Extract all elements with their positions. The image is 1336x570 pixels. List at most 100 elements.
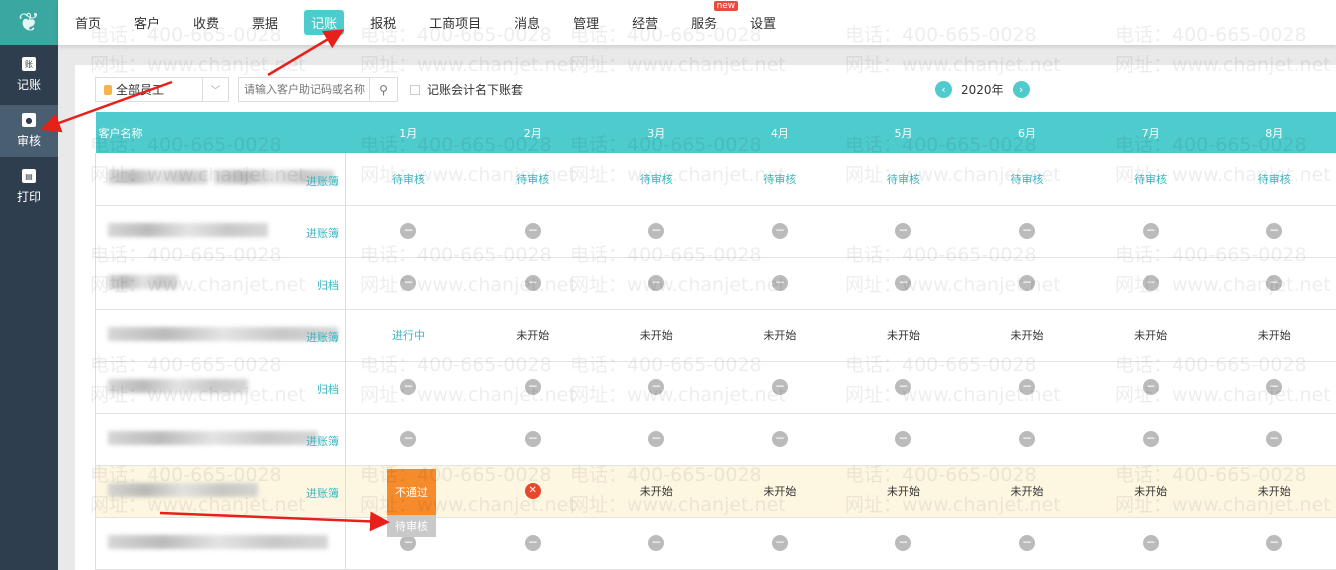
prev-year-button[interactable]: ‹: [935, 81, 952, 98]
nav-item[interactable]: 客户: [127, 10, 167, 35]
nav-item[interactable]: 设置: [743, 10, 783, 35]
ledger-action-link[interactable]: 进账簿: [306, 329, 339, 345]
status-text[interactable]: 未开始: [1258, 485, 1291, 498]
status-text[interactable]: 待审核: [516, 173, 549, 186]
month-status-cell[interactable]: −: [841, 517, 966, 570]
month-status-cell[interactable]: ✕: [470, 465, 595, 518]
month-status-cell[interactable]: −: [345, 361, 471, 414]
nav-item[interactable]: 报税: [363, 10, 403, 35]
month-status-cell[interactable]: −: [470, 205, 595, 258]
ledger-action-link[interactable]: 归档: [317, 277, 339, 293]
month-status-cell[interactable]: −: [1088, 205, 1213, 258]
month-status-cell[interactable]: 待审核: [1212, 153, 1336, 206]
month-status-cell[interactable]: −: [1088, 257, 1213, 310]
status-text[interactable]: 待审核: [1134, 173, 1167, 186]
status-text[interactable]: 未开始: [1258, 329, 1291, 342]
status-text[interactable]: 未开始: [640, 485, 673, 498]
month-status-cell[interactable]: −: [841, 361, 966, 414]
month-status-cell[interactable]: −: [718, 517, 842, 570]
employee-select[interactable]: 全部员工 ﹀: [95, 77, 229, 102]
month-status-cell[interactable]: −: [718, 361, 842, 414]
month-status-cell[interactable]: 未开始: [1212, 465, 1336, 518]
month-status-cell[interactable]: −: [718, 257, 842, 310]
month-status-cell[interactable]: 未开始: [1088, 309, 1213, 362]
month-status-cell[interactable]: −: [345, 257, 471, 310]
month-status-cell[interactable]: 未开始: [594, 309, 719, 362]
month-status-cell[interactable]: 待审核: [718, 153, 842, 206]
status-text[interactable]: 未开始: [763, 485, 796, 498]
month-status-cell[interactable]: 未开始: [1088, 465, 1213, 518]
month-status-cell[interactable]: −: [345, 413, 471, 466]
month-status-cell[interactable]: 待审核: [470, 153, 595, 206]
status-text[interactable]: 待审核: [1258, 173, 1291, 186]
status-text[interactable]: 进行中: [392, 329, 425, 342]
status-text[interactable]: 未开始: [1134, 485, 1167, 498]
month-status-cell[interactable]: 未开始: [1212, 309, 1336, 362]
ledger-action-link[interactable]: 归档: [317, 381, 339, 397]
sidebar-item-print[interactable]: ▤ 打印: [0, 161, 58, 213]
month-status-cell[interactable]: −: [718, 413, 842, 466]
nav-item-service[interactable]: 服务 new: [684, 1, 739, 35]
month-status-cell[interactable]: −: [594, 413, 719, 466]
status-text[interactable]: 待审核: [887, 173, 920, 186]
month-status-cell[interactable]: −: [470, 361, 595, 414]
status-text[interactable]: 未开始: [887, 485, 920, 498]
status-text[interactable]: 待审核: [1011, 173, 1044, 186]
status-text[interactable]: 未开始: [1011, 485, 1044, 498]
month-status-cell[interactable]: −: [1088, 517, 1213, 570]
month-status-cell[interactable]: 未开始: [965, 309, 1089, 362]
accountant-filter-checkbox[interactable]: 记账会计名下账套: [410, 81, 523, 98]
checkbox-box[interactable]: [410, 84, 420, 95]
month-status-cell[interactable]: −: [718, 205, 842, 258]
ledger-action-link[interactable]: 进账簿: [306, 433, 339, 449]
month-status-cell[interactable]: −: [594, 205, 719, 258]
month-status-cell[interactable]: −: [345, 205, 471, 258]
ledger-action-link[interactable]: 进账簿: [306, 173, 339, 189]
month-status-cell[interactable]: 待审核: [345, 153, 471, 206]
month-status-cell[interactable]: −: [594, 517, 719, 570]
nav-item[interactable]: 工商项目: [422, 10, 488, 35]
month-status-cell[interactable]: 待审核: [594, 153, 719, 206]
nav-item[interactable]: 票据: [245, 10, 285, 35]
month-status-cell[interactable]: −: [1212, 413, 1336, 466]
nav-item[interactable]: 记账: [304, 10, 345, 35]
ledger-action-link[interactable]: 进账簿: [306, 485, 339, 501]
month-status-cell[interactable]: −: [470, 257, 595, 310]
status-text[interactable]: 未开始: [1011, 329, 1044, 342]
month-status-cell[interactable]: −: [841, 205, 966, 258]
month-status-cell[interactable]: 不通过 待审核: [345, 465, 471, 537]
month-status-cell[interactable]: −: [965, 413, 1089, 466]
month-status-cell[interactable]: 未开始: [965, 465, 1089, 518]
status-text[interactable]: 未开始: [640, 329, 673, 342]
nav-item[interactable]: 消息: [507, 10, 547, 35]
month-status-cell[interactable]: 未开始: [718, 309, 842, 362]
month-status-cell[interactable]: −: [470, 517, 595, 570]
month-status-cell[interactable]: −: [1212, 257, 1336, 310]
search-button[interactable]: ⚲: [369, 78, 397, 101]
month-status-cell[interactable]: −: [965, 205, 1089, 258]
month-status-cell[interactable]: −: [965, 361, 1089, 414]
ledger-action-link[interactable]: 进账簿: [306, 225, 339, 241]
nav-item[interactable]: 经营: [625, 10, 665, 35]
month-status-cell[interactable]: −: [1088, 413, 1213, 466]
month-status-cell[interactable]: 待审核: [965, 153, 1089, 206]
month-status-cell[interactable]: 进行中: [345, 309, 471, 362]
next-year-button[interactable]: ›: [1012, 81, 1030, 98]
status-text[interactable]: 未开始: [887, 329, 920, 342]
month-status-cell[interactable]: 未开始: [718, 465, 842, 518]
month-status-cell[interactable]: −: [1212, 517, 1336, 570]
status-text[interactable]: 未开始: [1134, 329, 1167, 342]
month-status-cell[interactable]: −: [1212, 361, 1336, 414]
month-status-cell[interactable]: −: [965, 257, 1089, 310]
customer-search-input[interactable]: [239, 83, 369, 96]
month-status-cell[interactable]: −: [594, 361, 719, 414]
month-status-cell[interactable]: −: [1088, 361, 1213, 414]
status-text[interactable]: 待审核: [392, 173, 425, 186]
month-status-cell[interactable]: 未开始: [594, 465, 719, 518]
month-status-cell[interactable]: 未开始: [470, 309, 595, 362]
status-text[interactable]: 未开始: [763, 329, 796, 342]
status-rejected[interactable]: 不通过: [387, 468, 436, 515]
month-status-cell[interactable]: −: [841, 257, 966, 310]
month-status-cell[interactable]: 待审核: [841, 153, 966, 206]
status-text[interactable]: 待审核: [640, 173, 673, 186]
